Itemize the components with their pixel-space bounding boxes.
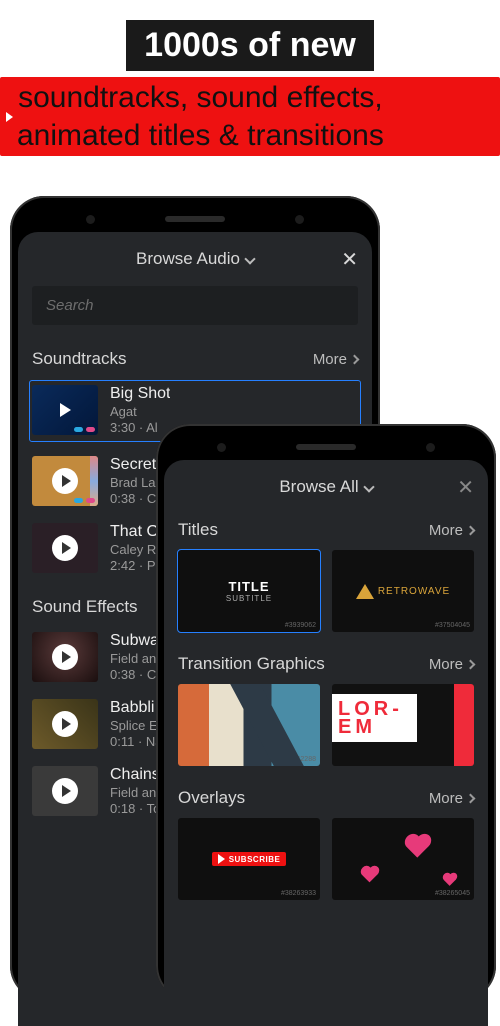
play-icon[interactable]	[52, 644, 78, 670]
headline-subtitle: soundtracks, sound effects, animated tit…	[0, 77, 500, 156]
subscribe-badge: SUBSCRIBE	[212, 852, 287, 866]
more-transitions[interactable]: More	[429, 656, 474, 673]
heart-icon	[444, 874, 456, 886]
play-icon[interactable]	[52, 468, 78, 494]
close-icon[interactable]: ✕	[457, 475, 474, 500]
chevron-right-icon	[350, 354, 360, 364]
section-overlays: Overlays More	[164, 782, 488, 818]
close-icon[interactable]: ✕	[341, 247, 358, 272]
chevron-down-icon[interactable]	[244, 253, 255, 264]
heart-icon	[407, 836, 428, 857]
transition-card[interactable]: LOR-EM	[332, 684, 474, 766]
more-titles[interactable]: More	[429, 522, 474, 539]
overlay-card[interactable]: SUBSCRIBE #38263933	[178, 818, 320, 900]
phone-assets: Browse All ✕ Titles More TITLE SUBTITLE …	[156, 424, 496, 1000]
transition-card[interactable]: #22942288	[178, 684, 320, 766]
more-soundtracks[interactable]: More	[313, 351, 358, 368]
headline-badge: 1000s of new	[126, 20, 374, 71]
play-icon[interactable]	[52, 535, 78, 561]
search-input[interactable]: Search	[32, 286, 358, 325]
heart-icon	[363, 868, 378, 883]
section-titles: Titles More	[164, 514, 488, 550]
section-soundtracks: Soundtracks More	[18, 343, 372, 379]
play-icon[interactable]	[52, 778, 78, 804]
triangle-icon	[356, 584, 374, 599]
chevron-right-icon	[466, 525, 476, 535]
browse-all-header: Browse All ✕	[164, 460, 488, 514]
chevron-right-icon	[466, 659, 476, 669]
play-icon[interactable]	[52, 711, 78, 737]
overlay-card[interactable]: #38265045	[332, 818, 474, 900]
section-transitions: Transition Graphics More	[164, 648, 488, 684]
more-overlays[interactable]: More	[429, 790, 474, 807]
chevron-right-icon	[466, 793, 476, 803]
browse-audio-header: Browse Audio ✕	[18, 232, 372, 286]
title-card[interactable]: RETROWAVE #37504045	[332, 550, 474, 632]
chevron-down-icon[interactable]	[363, 481, 374, 492]
title-card[interactable]: TITLE SUBTITLE #3939062	[178, 550, 320, 632]
